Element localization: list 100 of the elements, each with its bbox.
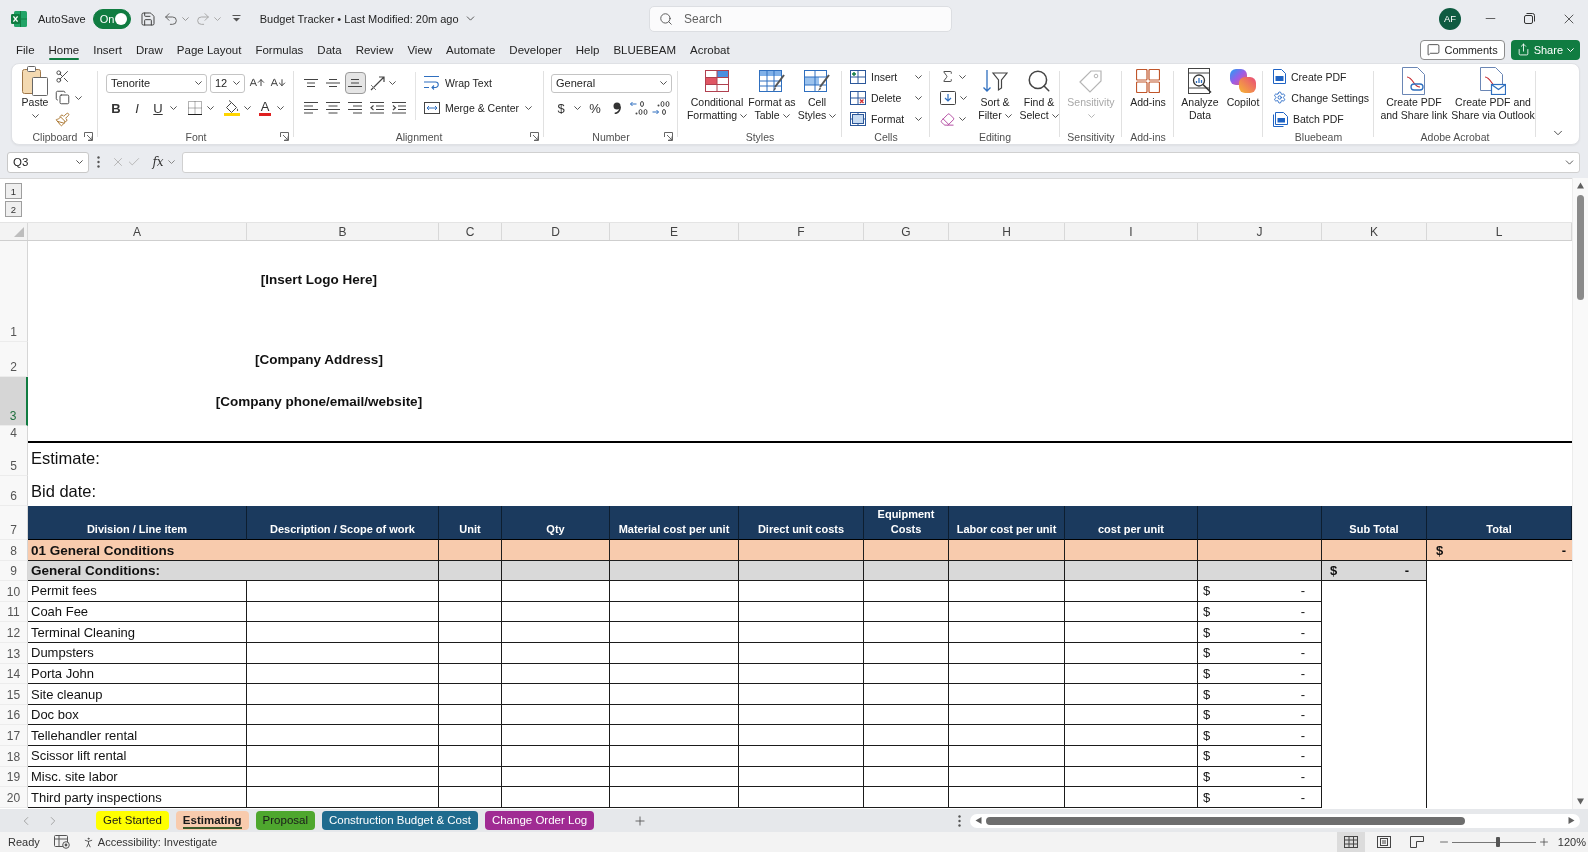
format-button[interactable]: Format (850, 108, 922, 130)
underline-button[interactable]: U (148, 98, 168, 118)
fill-down-icon[interactable] (940, 90, 956, 105)
row-number[interactable]: 19 (0, 766, 28, 788)
font-size-field[interactable]: 12 (210, 73, 245, 93)
caret-icon[interactable] (573, 106, 581, 110)
menu-tab[interactable]: BLUEBEAM (613, 37, 677, 62)
sheet-tab[interactable]: Construction Budget & Cost (322, 811, 478, 830)
row-number[interactable]: 7 (0, 506, 28, 540)
caret-icon[interactable] (960, 95, 967, 100)
outline-level-button[interactable]: 2 (5, 201, 22, 217)
row-number[interactable]: 8 (0, 540, 28, 561)
bold-button[interactable]: B (106, 98, 126, 118)
menu-tab[interactable]: View (407, 37, 433, 62)
sheet-record-icon[interactable] (53, 835, 70, 849)
align-center-icon[interactable] (326, 102, 340, 114)
menu-tab[interactable]: Formulas (255, 37, 304, 62)
row-number[interactable]: 1 (0, 241, 28, 342)
comma-style-icon[interactable] (613, 102, 621, 114)
row-number[interactable]: 12 (0, 622, 28, 643)
percent-button[interactable]: % (584, 98, 606, 118)
caret-icon[interactable] (243, 106, 251, 110)
change-settings-button[interactable]: Change Settings (1273, 87, 1369, 109)
assistant-button[interactable]: Copilot (1224, 66, 1262, 109)
arrow-up-icon[interactable] (1577, 182, 1584, 189)
horizontal-scrollbar[interactable] (970, 813, 1580, 828)
font-name-field[interactable]: Tenorite (106, 73, 207, 93)
caret-icon[interactable] (75, 95, 82, 100)
decrease-indent-icon[interactable] (370, 102, 384, 114)
scrollbar-thumb[interactable] (1577, 195, 1584, 300)
column-letter[interactable]: B (247, 223, 439, 240)
name-box[interactable]: Q3 (7, 151, 89, 173)
accessibility-status[interactable]: Accessibility: Investigate (97, 836, 217, 848)
column-letter[interactable]: J (1198, 223, 1322, 240)
caret-icon[interactable] (959, 117, 966, 122)
format-as-table-button[interactable]: Format as Table (748, 66, 796, 122)
slider-thumb[interactable] (1496, 837, 1501, 847)
find-select-button[interactable]: Find & Select (1018, 66, 1060, 122)
more-icon[interactable] (958, 814, 961, 827)
row-number[interactable]: 2 (0, 342, 28, 377)
borders-icon[interactable] (188, 101, 202, 115)
menu-tab[interactable]: Page Layout (176, 37, 242, 62)
increase-indent-icon[interactable] (392, 102, 406, 114)
decrease-decimal-icon[interactable] (652, 101, 670, 115)
paste-button[interactable]: Paste (15, 66, 55, 122)
sheet-tab[interactable]: Get Started (96, 811, 169, 830)
wrap-text-button[interactable]: Wrap Text (424, 72, 504, 94)
font-color-button[interactable]: A (255, 98, 275, 118)
caret-icon[interactable] (959, 74, 966, 79)
menu-tab[interactable]: Acrobat (690, 37, 730, 62)
row-number[interactable]: 3 (0, 377, 28, 426)
row-number[interactable]: 15 (0, 684, 28, 705)
dialog-launcher-icon[interactable] (530, 132, 539, 141)
copy-icon[interactable] (55, 90, 70, 106)
sigma-icon[interactable] (940, 69, 955, 85)
menu-tab[interactable]: Developer (509, 37, 562, 62)
insert-function-button[interactable]: fx (150, 155, 166, 169)
plus-icon[interactable] (1537, 836, 1550, 848)
menu-tab[interactable]: Automate (446, 37, 496, 62)
caret-icon[interactable] (388, 81, 396, 85)
column-letter[interactable]: F (739, 223, 864, 240)
zoom-percentage[interactable]: 120% (1549, 836, 1586, 848)
scissors-icon[interactable] (55, 69, 70, 85)
outline-level-button[interactable]: 1 (5, 183, 22, 199)
delete-button[interactable]: Delete (850, 87, 922, 109)
formula-field[interactable] (182, 151, 1580, 173)
arrow-left-icon[interactable] (975, 817, 982, 824)
analyze-data-button[interactable]: Analyze Data (1176, 66, 1224, 122)
autosave-toggle[interactable]: On (92, 8, 131, 29)
menu-tab[interactable]: File (16, 37, 35, 62)
row-number[interactable]: 11 (0, 601, 28, 623)
sheet-tab[interactable]: Proposal (255, 811, 315, 830)
dialog-launcher-icon[interactable] (664, 132, 673, 141)
sheet-tab[interactable]: Estimating (175, 811, 249, 830)
dialog-launcher-icon[interactable] (280, 132, 289, 141)
column-letter[interactable]: E (610, 223, 739, 240)
sort-filter-button[interactable]: Sort & Filter (972, 66, 1018, 122)
share-button[interactable]: Share (1510, 39, 1580, 60)
undo-icon[interactable] (162, 10, 179, 27)
caret-icon[interactable] (206, 106, 214, 110)
align-right-icon[interactable] (348, 102, 362, 114)
add-ins-button[interactable]: Add-ins (1125, 66, 1171, 109)
column-letter[interactable]: H (949, 223, 1065, 240)
comments-button[interactable]: Comments (1420, 39, 1505, 60)
eraser-icon[interactable] (940, 111, 955, 127)
arrow-right-icon[interactable] (1568, 817, 1575, 824)
restore-icon[interactable] (1524, 13, 1535, 24)
merge-center-button[interactable]: Merge & Center (424, 97, 532, 119)
caret-icon[interactable] (169, 106, 177, 110)
batch-pdf-button[interactable]: Batch PDF (1273, 108, 1369, 130)
cell-styles-button[interactable]: Cell Styles (796, 66, 838, 122)
row-number[interactable]: 6 (0, 476, 28, 506)
menu-tab[interactable]: Insert (93, 37, 122, 62)
insert-button[interactable]: Insert (850, 66, 922, 88)
vertical-scrollbar[interactable] (1572, 178, 1588, 809)
create-pdf-share-link-button[interactable]: Create PDF and Share link (1378, 66, 1450, 122)
menu-tab[interactable]: Home (48, 37, 80, 62)
account-avatar[interactable]: AF (1439, 7, 1461, 30)
menu-tab[interactable]: Help (575, 37, 600, 62)
currency-button[interactable]: $ (551, 98, 571, 118)
